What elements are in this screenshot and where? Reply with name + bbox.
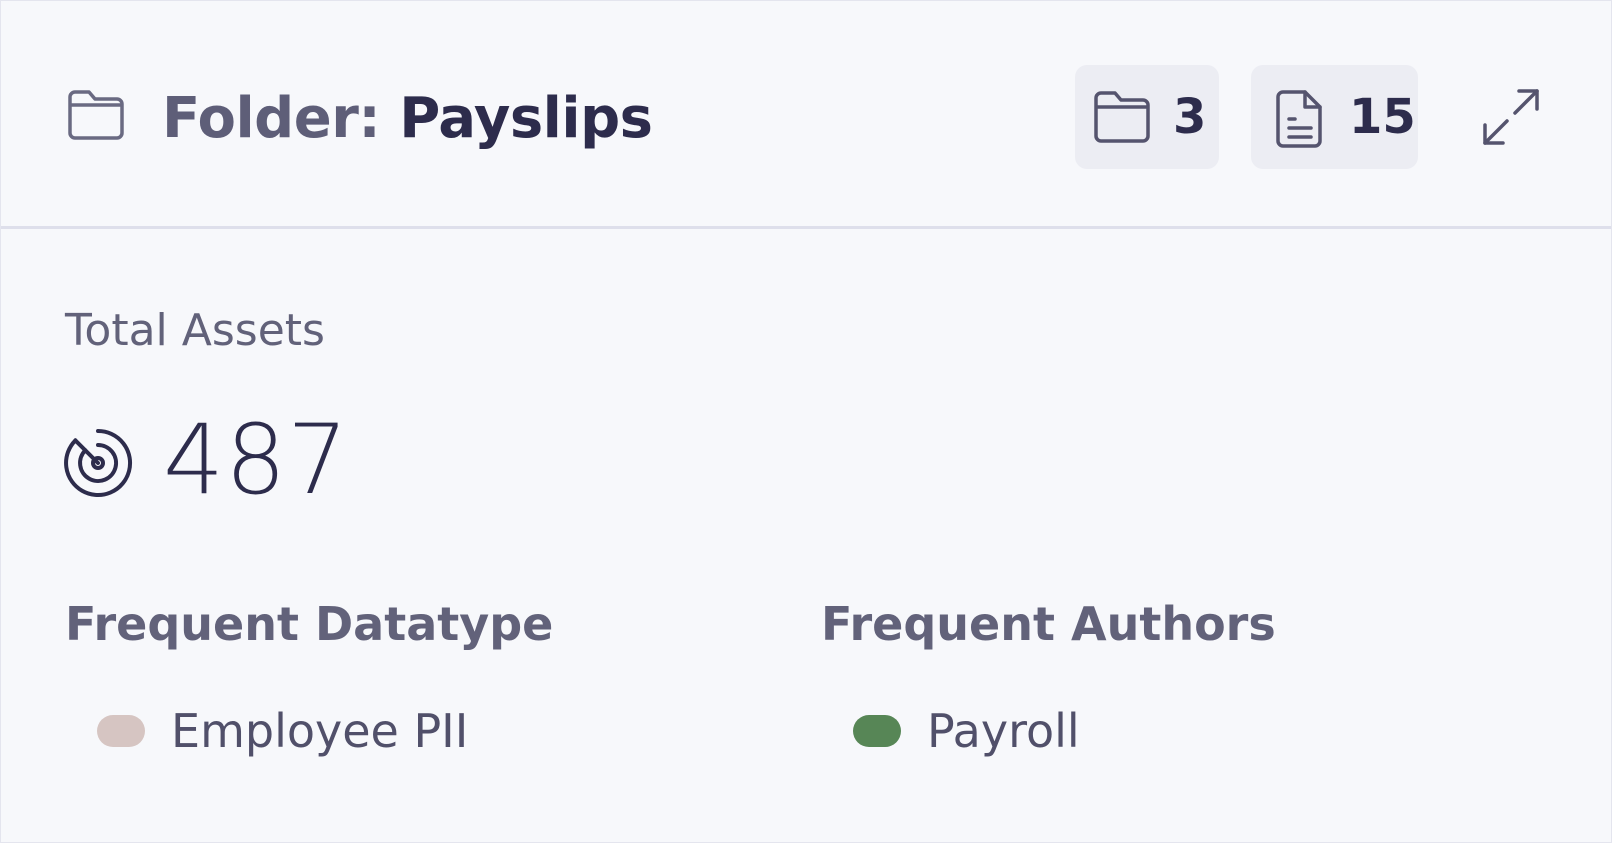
subfolder-count-badge: 3 [1075,65,1219,169]
expand-icon[interactable] [1481,87,1541,147]
datatype-color-dot [97,715,145,747]
frequent-authors-heading: Frequent Authors [821,597,1276,651]
file-count: 15 [1349,89,1416,145]
title-prefix: Folder: [162,86,400,151]
page-title: Folder: Payslips [162,85,653,153]
folder-icon [68,90,124,140]
total-assets-label: Total Assets [65,305,325,356]
card-header: Folder: Payslips 3 15 [1,1,1611,229]
total-assets-value: 487 [163,404,350,516]
author-label: Payroll [927,704,1080,758]
folder-name: Payslips [399,86,653,151]
document-icon [1276,90,1322,148]
author-color-dot [853,715,901,747]
file-count-badge: 15 [1251,65,1418,169]
folder-summary-card: Folder: Payslips 3 15 Total Assets 487 F… [0,0,1612,843]
subfolder-count: 3 [1173,89,1207,145]
frequent-datatype-heading: Frequent Datatype [65,597,554,651]
radar-icon [64,429,133,497]
datatype-label: Employee PII [171,704,469,758]
folder-icon [1094,91,1150,143]
